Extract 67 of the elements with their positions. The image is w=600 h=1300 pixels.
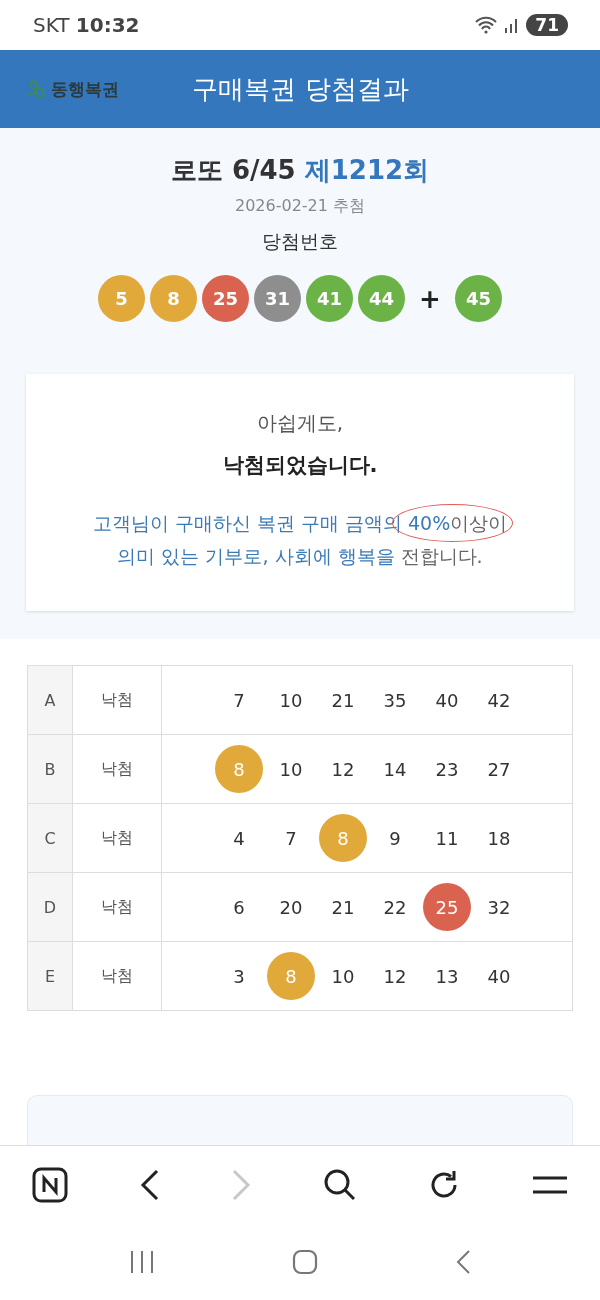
matched-number-ball: 8	[319, 814, 367, 862]
home-icon[interactable]	[292, 1249, 318, 1275]
donation-message-line: 고객님이 구매하신 복권 구매 금액의 40%이상이	[36, 507, 564, 540]
ticket-result: 낙첨	[72, 734, 162, 804]
lotto-ball: 31	[254, 275, 301, 322]
ticket-label: D	[27, 872, 73, 942]
ticket-label: E	[27, 941, 73, 1011]
matched-number-ball: 8	[215, 745, 263, 793]
clover-logo-icon	[26, 78, 48, 100]
ticket-number: 27	[486, 757, 512, 782]
ticket-result: 낙첨	[72, 803, 162, 873]
ticket-number: 7	[232, 688, 246, 713]
ticket-number: 11	[434, 826, 460, 851]
result-headline: 낙첨되었습니다.	[221, 452, 379, 479]
ticket-number: 21	[330, 895, 356, 920]
ticket-number: 6	[232, 895, 246, 920]
ticket-number: 13	[434, 964, 460, 989]
lotto-ball: 44	[358, 275, 405, 322]
ticket-result: 낙첨	[72, 665, 162, 735]
plus-sign: +	[418, 283, 442, 314]
ticket-number: 20	[278, 895, 304, 920]
ticket-number: 18	[486, 826, 512, 851]
ticket-number: 14	[382, 757, 408, 782]
ticket-number: 10	[278, 688, 304, 713]
ticket-number: 4	[232, 826, 246, 851]
draw-title: 로또 6/45 제1212회	[169, 154, 431, 187]
ticket-label: C	[27, 803, 73, 873]
lotto-ball: 45	[455, 275, 502, 322]
ticket-number: 40	[434, 688, 460, 713]
ticket-result: 낙첨	[72, 872, 162, 942]
ticket-number: 40	[486, 964, 512, 989]
ticket-number: 10	[330, 964, 356, 989]
winning-numbers-label: 당첨번호	[261, 229, 339, 254]
ticket-number: 32	[486, 895, 512, 920]
battery-level: 71	[526, 14, 568, 36]
ticket-number: 21	[330, 688, 356, 713]
ticket-label: A	[27, 665, 73, 735]
result-intro: 아쉽게도,	[255, 410, 345, 437]
ticket-number: 23	[434, 757, 460, 782]
ticket-number: 42	[486, 688, 512, 713]
search-icon[interactable]	[322, 1168, 357, 1202]
lotto-ball: 8	[150, 275, 197, 322]
matched-number-ball: 8	[267, 952, 315, 1000]
logo-text: 동행복권	[51, 77, 119, 101]
ticket-number: 10	[278, 757, 304, 782]
status-time: SKT 10:32	[33, 13, 140, 37]
lotto-ball: 41	[306, 275, 353, 322]
ticket-number: 22	[382, 895, 408, 920]
ticket-number: 35	[382, 688, 408, 713]
menu-icon[interactable]	[531, 1176, 568, 1194]
ticket-number: 7	[284, 826, 298, 851]
page-title: 구매복권 당첨결과	[191, 72, 410, 106]
lotto-ball: 5	[98, 275, 145, 322]
ticket-label: B	[27, 734, 73, 804]
ticket-number: 9	[388, 826, 402, 851]
ticket-number: 12	[330, 757, 356, 782]
lotto-ball: 25	[202, 275, 249, 322]
donation-message-line: 의미 있는 기부로, 사회에 행복을 전합니다.	[116, 544, 484, 569]
ticket-number: 3	[232, 964, 246, 989]
browser-home-icon[interactable]	[32, 1167, 68, 1203]
ticket-result: 낙첨	[72, 941, 162, 1011]
back-icon[interactable]	[139, 1169, 160, 1201]
recent-apps-icon[interactable]	[128, 1249, 155, 1275]
matched-number-ball: 25	[423, 883, 471, 931]
draw-date: 2026-02-21 추첨	[233, 196, 367, 217]
ticket-number: 12	[382, 964, 408, 989]
wifi-icon	[474, 16, 499, 34]
